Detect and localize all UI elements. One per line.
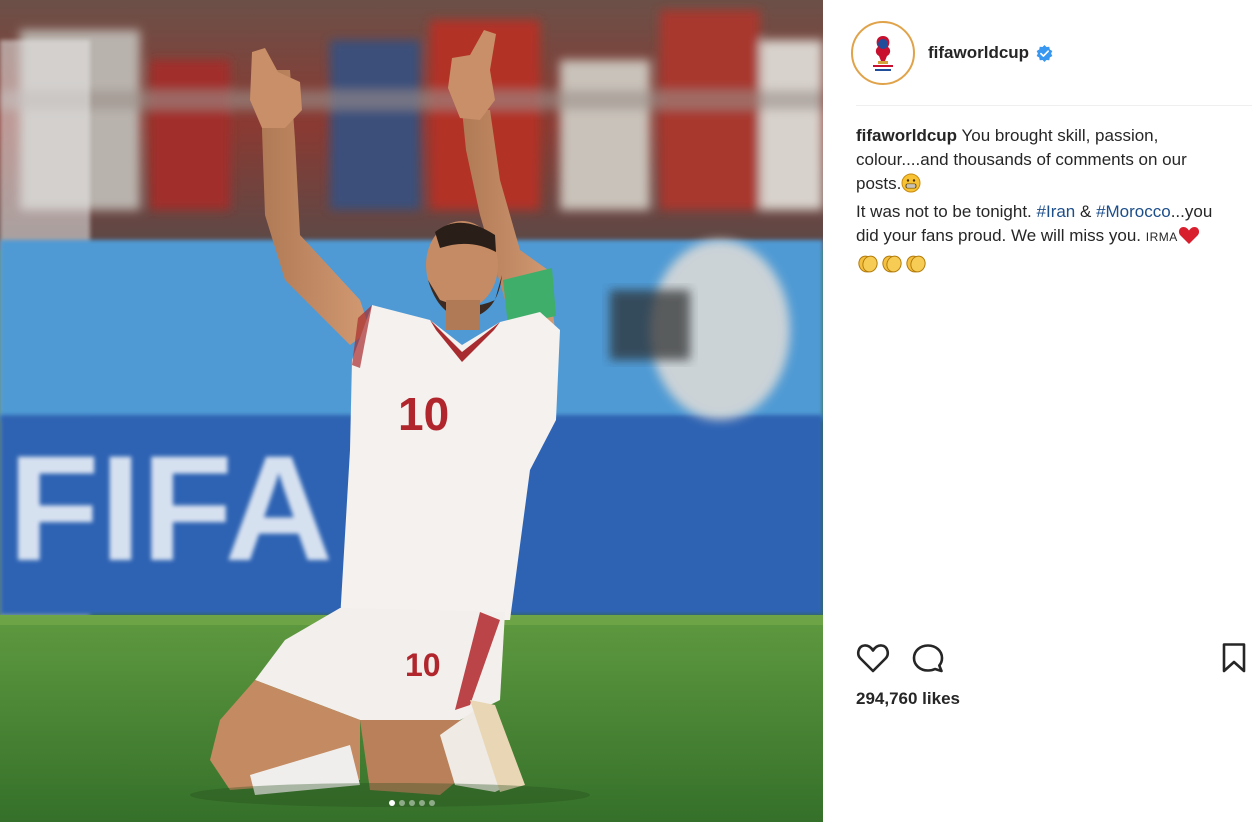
grinning-face-emoji-icon [901,173,921,200]
caption-username-link[interactable]: fifaworldcup [856,126,957,145]
hashtag-link-morocco[interactable]: #Morocco [1096,202,1171,221]
fifa-world-cup-logo-icon [859,29,907,77]
carousel-dot[interactable] [408,800,415,806]
header-divider [856,105,1252,106]
avatar[interactable] [851,21,915,85]
carousel-dot[interactable] [418,800,425,806]
carousel-indicator [0,800,823,806]
post-photo[interactable]: FIFA 10 10 [0,0,823,822]
shorts-number: 10 [405,647,441,683]
caption-text: It was not to be tonight. [856,202,1037,221]
heart-icon[interactable] [856,642,890,679]
jersey-number: 10 [398,388,449,440]
post-details-panel: fifaworldcup fifaworldcup You brought sk… [823,0,1260,822]
clapping-hands-emoji-icon [856,252,880,281]
clapping-hands-emoji-icon [904,252,928,281]
carousel-dot[interactable] [428,800,435,806]
caption-signature: IRMA [1145,230,1178,244]
red-heart-emoji-icon [1178,225,1200,252]
bookmark-icon[interactable] [1221,642,1247,679]
post-header: fifaworldcup [851,18,1231,88]
carousel-dot[interactable] [398,800,405,806]
banner-text: FIFA [8,424,333,592]
username-link[interactable]: fifaworldcup [928,43,1029,63]
caption-text: & [1075,202,1097,221]
likes-count[interactable]: 294,760 likes [856,689,960,709]
post-caption: fifaworldcup You brought skill, passion,… [856,124,1216,281]
photo-illustration: FIFA 10 10 [0,0,823,822]
clapping-hands-emoji-icon [880,252,904,281]
hashtag-link-iran[interactable]: #Iran [1037,202,1076,221]
verified-badge-icon [1036,44,1053,62]
carousel-dot[interactable] [388,800,395,806]
post-actions-bar [856,642,1248,676]
comment-icon[interactable] [912,642,946,679]
